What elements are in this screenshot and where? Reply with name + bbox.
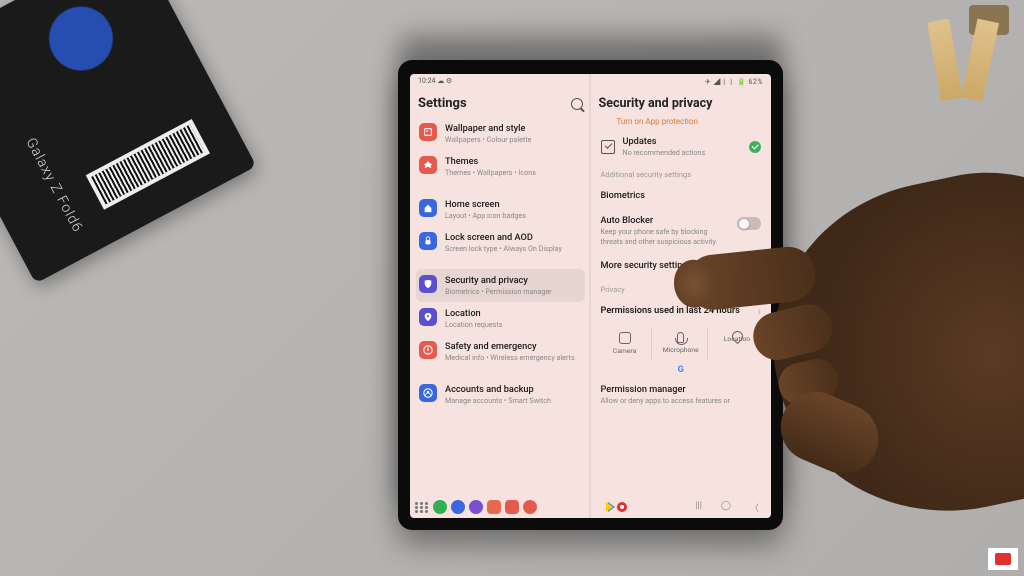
updates-sub: No recommended actions — [623, 148, 742, 157]
item-sub: Wallpapers • Colour palette — [445, 135, 582, 144]
item-label: Home screen — [445, 199, 582, 210]
item-sub: Location requests — [445, 320, 582, 329]
channel-logo — [988, 548, 1018, 570]
status-ok-icon — [749, 141, 761, 153]
settings-list-pane: Settings Wallpaper and style Wallpapers … — [410, 90, 591, 497]
settings-item-safety[interactable]: Safety and emergency Medical info • Wire… — [416, 335, 585, 368]
status-bar: 10:24 ☁ ⚙ ✈ ◢ㅣㅣ 🔋 62% — [410, 74, 771, 90]
auto-blocker-label: Auto Blocker — [601, 215, 732, 226]
updates-row[interactable]: Updates No recommended actions — [597, 130, 766, 163]
item-label: Accounts and backup — [445, 384, 582, 395]
permission-manager-sub: Allow or deny apps to access features or — [601, 396, 762, 405]
permission-microphone[interactable]: Microphone — [655, 328, 708, 359]
nav-home[interactable]: ◯ — [721, 501, 731, 514]
permission-manager-label: Permission manager — [601, 384, 762, 395]
item-label: Wallpaper and style — [445, 123, 582, 134]
camera-icon — [619, 332, 631, 344]
detail-title: Security and privacy — [599, 96, 713, 111]
lock-icon — [419, 232, 437, 250]
location-icon — [419, 308, 437, 326]
youtube-icon[interactable] — [617, 502, 627, 512]
app-drawer-icon[interactable] — [415, 502, 429, 513]
updates-label: Updates — [623, 136, 742, 147]
auto-blocker-toggle[interactable] — [737, 217, 761, 230]
play-store-icon[interactable] — [606, 502, 613, 512]
product-box: Galaxy Z Fold6 — [0, 0, 256, 283]
app-icon-3[interactable] — [523, 500, 537, 514]
item-label: Lock screen and AOD — [445, 232, 582, 243]
app-icon-1[interactable] — [487, 500, 501, 514]
settings-item-shield[interactable]: Security and privacy Biometrics • Permis… — [416, 269, 585, 302]
item-sub: Themes • Wallpapers • Icons — [445, 168, 582, 177]
chevron-right-icon: › — [758, 305, 761, 318]
item-sub: Layout • App icon badges — [445, 211, 582, 220]
item-label: Safety and emergency — [445, 341, 582, 352]
accounts-icon — [419, 384, 437, 402]
permission-manager-row[interactable]: Permission manager Allow or deny apps to… — [597, 377, 766, 405]
settings-title: Settings — [418, 96, 467, 111]
home-icon — [419, 199, 437, 217]
settings-item-wallpaper[interactable]: Wallpaper and style Wallpapers • Colour … — [416, 117, 585, 150]
item-label: Security and privacy — [445, 275, 582, 286]
item-label: Location — [445, 308, 582, 319]
google-icon: G — [597, 365, 766, 377]
box-label: Galaxy Z Fold6 — [22, 135, 85, 235]
permission-camera[interactable]: Camera — [599, 328, 652, 359]
item-sub: Screen lock type • Always On Display — [445, 244, 582, 253]
wallpaper-icon — [419, 123, 437, 141]
hand — [744, 146, 1024, 544]
status-time: 10:24 ☁ ⚙ — [418, 77, 452, 87]
auto-blocker-row[interactable]: Auto Blocker Keep your phone safe by blo… — [597, 208, 766, 253]
nav-back[interactable]: 〈 — [750, 501, 759, 514]
app-icon-2[interactable] — [505, 500, 519, 514]
desk-surface: Galaxy Z Fold6 10:24 ☁ ⚙ ✈ ◢ㅣㅣ 🔋 62% Set… — [0, 0, 1024, 576]
settings-item-themes[interactable]: Themes Themes • Wallpapers • Icons — [416, 150, 585, 183]
themes-icon — [419, 156, 437, 174]
updates-icon — [601, 140, 615, 154]
search-icon[interactable] — [571, 98, 583, 110]
settings-item-location[interactable]: Location Location requests — [416, 302, 585, 335]
nav-bar: ||| ◯ 〈 — [695, 501, 766, 514]
safety-icon — [419, 341, 437, 359]
section-additional-security: Additional security settings — [597, 163, 766, 183]
item-sub: Biometrics • Permission manager — [445, 287, 582, 296]
phone-app-icon[interactable] — [433, 500, 447, 514]
item-label: Themes — [445, 156, 582, 167]
item-sub: Medical info • Wireless emergency alerts — [445, 353, 582, 362]
settings-item-lock[interactable]: Lock screen and AOD Screen lock type • A… — [416, 226, 585, 259]
shield-icon — [419, 275, 437, 293]
item-sub: Manage accounts • Smart Switch — [445, 396, 582, 405]
settings-item-accounts[interactable]: Accounts and backup Manage accounts • Sm… — [416, 378, 585, 411]
wooden-clamp — [914, 5, 1024, 125]
biometrics-row[interactable]: Biometrics — [597, 183, 766, 208]
auto-blocker-sub: Keep your phone safe by blocking threats… — [601, 227, 732, 246]
taskbar: ||| ◯ 〈 — [410, 497, 771, 518]
nav-recents[interactable]: ||| — [695, 501, 702, 514]
settings-item-home[interactable]: Home screen Layout • App icon badges — [416, 193, 585, 226]
messages-app-icon[interactable] — [451, 500, 465, 514]
barcode — [86, 119, 210, 210]
status-indicators: ✈ ◢ㅣㅣ 🔋 62% — [705, 77, 763, 87]
browser-app-icon[interactable] — [469, 500, 483, 514]
microphone-icon — [677, 332, 684, 343]
turn-on-app-protection-link[interactable]: Turn on App protection — [597, 117, 766, 130]
permissions-cards: Camera Microphone Location — [597, 325, 766, 365]
